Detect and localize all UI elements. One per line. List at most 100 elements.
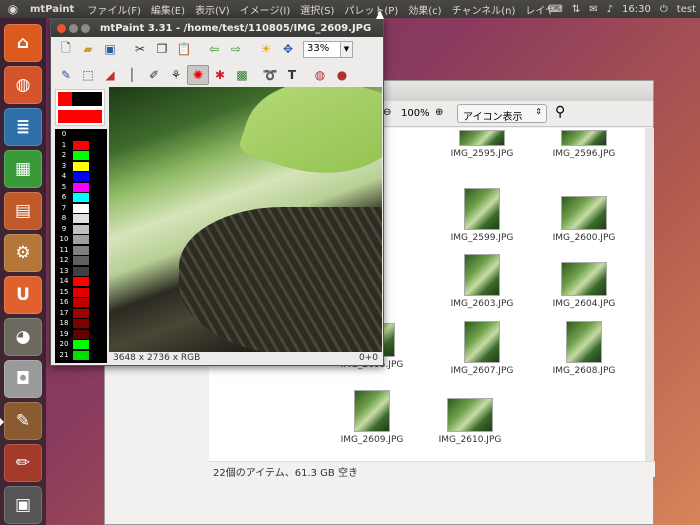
palette-swatch[interactable] — [73, 151, 89, 160]
file-item[interactable]: IMG_2603.JPG — [437, 254, 527, 309]
zoom-out-icon[interactable]: ⊖ — [383, 107, 391, 118]
open-folder-icon[interactable]: ▰ — [77, 39, 99, 59]
gimp-icon[interactable]: ◕ — [4, 318, 42, 356]
mail-icon[interactable]: ✉ — [589, 4, 597, 15]
palette-row[interactable]: 12 — [55, 255, 107, 266]
palette-row[interactable]: 10 — [55, 234, 107, 245]
palette-swatch[interactable] — [73, 298, 89, 307]
calc-icon[interactable]: ▦ — [4, 150, 42, 188]
pencil-icon[interactable]: ✎ — [55, 65, 77, 85]
file-item[interactable]: IMG_2599.JPG — [437, 188, 527, 243]
menu-image[interactable]: イメージ(I) — [235, 2, 296, 17]
file-item[interactable]: IMG_2596.JPG — [539, 130, 629, 159]
palette-row[interactable]: 20 — [55, 339, 107, 350]
color-pencils-icon[interactable]: ✏ — [4, 444, 42, 482]
menu-effects[interactable]: 効果(c) — [403, 2, 446, 17]
file-item[interactable]: IMG_2607.JPG — [437, 321, 527, 376]
zoom-select[interactable]: 33% ▼ — [303, 40, 353, 58]
paint-brushes-icon[interactable]: ✎ — [4, 402, 42, 440]
palette-swatch[interactable] — [73, 277, 89, 286]
redo-icon[interactable]: ⇨ — [225, 39, 247, 59]
paste-icon[interactable]: 📋 — [173, 39, 195, 59]
paint-icon[interactable]: ✺ — [187, 64, 209, 85]
user-name[interactable]: test — [677, 4, 696, 15]
file-item[interactable]: IMG_2610.JPG — [425, 390, 515, 445]
palette-row[interactable]: 6 — [55, 192, 107, 203]
file-item[interactable]: IMG_2595.JPG — [437, 130, 527, 159]
palette-swatch[interactable] — [73, 329, 89, 339]
search-icon[interactable]: ⚲ — [555, 104, 565, 120]
mtpaint-titlebar[interactable]: mtPaint 3.31 - /home/test/110805/IMG_260… — [51, 19, 383, 37]
new-file-icon[interactable]: 🗋 — [55, 39, 77, 59]
clock[interactable]: 16:30 — [622, 4, 651, 15]
palette-row[interactable]: 0 — [55, 129, 107, 140]
software-center-icon[interactable]: ⚙ — [4, 234, 42, 272]
color-b-swatch[interactable] — [72, 92, 102, 106]
firefox-icon[interactable]: ◍ — [4, 66, 42, 104]
file-item[interactable]: IMG_2604.JPG — [539, 254, 629, 309]
palette-swatch[interactable] — [73, 350, 89, 360]
network-icon[interactable]: ⇅ — [572, 4, 580, 15]
palette-row[interactable]: 14 — [55, 276, 107, 287]
color-a-swatch[interactable] — [58, 92, 72, 106]
palette-row[interactable]: 17 — [55, 308, 107, 319]
close-icon[interactable] — [57, 23, 66, 33]
palette-swatch[interactable] — [73, 287, 89, 297]
undo-icon[interactable]: ⇦ — [203, 39, 225, 59]
impress-icon[interactable]: ▤ — [4, 192, 42, 230]
color-picker-icon[interactable]: ● — [331, 65, 353, 85]
pan-icon[interactable]: ✥ — [277, 39, 299, 59]
palette-swatch[interactable] — [73, 235, 89, 244]
brightness-icon[interactable]: ☀ — [255, 39, 277, 59]
palette-row[interactable]: 1 — [55, 140, 107, 151]
minimize-icon[interactable] — [69, 23, 78, 33]
file-item[interactable]: IMG_2608.JPG — [539, 321, 629, 376]
camera-icon[interactable]: ◘ — [4, 360, 42, 398]
palette-row[interactable]: 21 — [55, 350, 107, 361]
keyboard-icon[interactable]: ⌨ — [548, 4, 562, 15]
save-icon[interactable]: ▣ — [99, 39, 121, 59]
palette-row[interactable]: 8 — [55, 213, 107, 224]
image-canvas[interactable] — [109, 87, 382, 352]
palette-swatch[interactable] — [73, 319, 89, 328]
menu-view[interactable]: 表示(V) — [190, 2, 235, 17]
power-icon[interactable]: ⏻ — [660, 4, 668, 15]
palette-row[interactable]: 13 — [55, 266, 107, 277]
ubuntu-logo-icon[interactable]: ◉ — [0, 2, 26, 16]
file-grid-scrollbar[interactable] — [645, 128, 654, 461]
palette-swatch[interactable] — [73, 308, 89, 318]
pattern-swatch[interactable] — [58, 110, 102, 123]
palette-swatch[interactable] — [73, 256, 89, 265]
menu-palette[interactable]: パレット(P) — [339, 2, 403, 17]
palette-swatch[interactable] — [73, 245, 89, 255]
spray-icon[interactable]: ✱ — [209, 65, 231, 85]
line-icon[interactable]: │ — [121, 65, 143, 85]
palette-row[interactable]: 4 — [55, 171, 107, 182]
clone-icon[interactable]: ◍ — [309, 65, 331, 85]
smudge-icon[interactable]: ⚘ — [165, 65, 187, 85]
ubuntu-one-icon[interactable]: U — [4, 276, 42, 314]
text-tool-icon[interactable]: T — [281, 65, 303, 85]
palette-row[interactable]: 5 — [55, 182, 107, 193]
menu-selection[interactable]: 選択(S) — [295, 2, 339, 17]
palette-swatch[interactable] — [73, 130, 89, 139]
palette-row[interactable]: 16 — [55, 297, 107, 308]
palette-swatch[interactable] — [73, 182, 89, 192]
palette-swatch[interactable] — [73, 266, 89, 276]
palette-row[interactable]: 15 — [55, 287, 107, 298]
lasso-icon[interactable]: ➰ — [259, 65, 281, 85]
writer-icon[interactable]: ≣ — [4, 108, 42, 146]
menu-channels[interactable]: チャンネル(n) — [447, 2, 521, 17]
palette-row[interactable]: 2 — [55, 150, 107, 161]
menu-edit[interactable]: 編集(E) — [146, 2, 190, 17]
palette-swatch[interactable] — [73, 193, 89, 202]
palette-icon[interactable]: ▩ — [231, 65, 253, 85]
palette-swatch[interactable] — [73, 140, 89, 150]
palette-row[interactable]: 19 — [55, 329, 107, 340]
palette-row[interactable]: 9 — [55, 224, 107, 235]
zoom-in-icon[interactable]: ⊕ — [435, 107, 443, 118]
maximize-icon[interactable] — [81, 23, 90, 33]
palette-swatch[interactable] — [73, 214, 89, 223]
file-item[interactable]: IMG_2600.JPG — [539, 188, 629, 243]
workspace-switcher-icon[interactable]: ▣ — [4, 486, 42, 524]
